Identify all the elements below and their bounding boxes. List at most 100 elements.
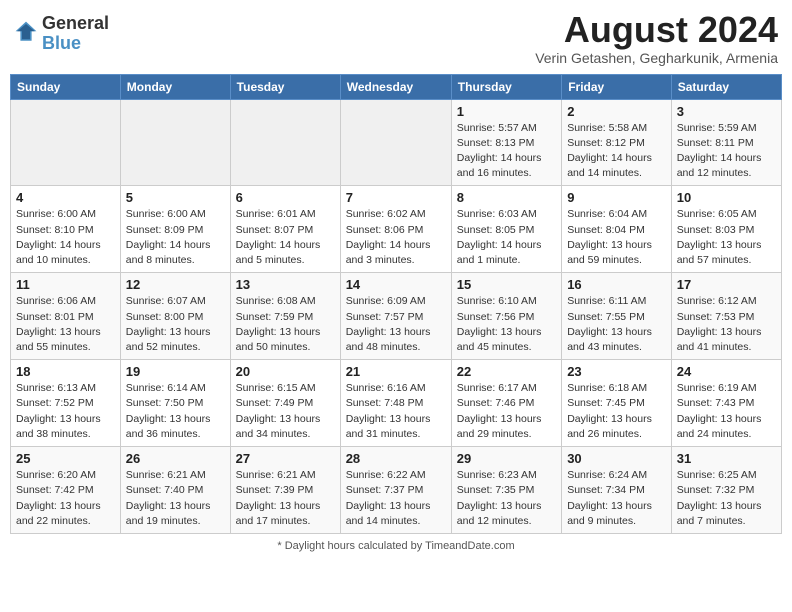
logo: General Blue bbox=[14, 14, 109, 54]
page-header: General Blue August 2024 Verin Getashen,… bbox=[10, 10, 782, 66]
day-number: 25 bbox=[16, 451, 115, 466]
location: Verin Getashen, Gegharkunik, Armenia bbox=[535, 50, 778, 66]
calendar-cell: 5 Sunrise: 6:00 AM Sunset: 8:09 PM Daylig… bbox=[120, 186, 230, 273]
calendar-cell: 8Sunrise: 6:03 AM Sunset: 8:05 PM Daylig… bbox=[451, 186, 561, 273]
calendar-cell: 12 Sunrise: 6:07 AM Sunset: 8:00 PM Dayli… bbox=[120, 273, 230, 360]
day-number: 6 bbox=[236, 190, 335, 205]
calendar-cell: 27 Sunrise: 6:21 AM Sunset: 7:39 PM Dayli… bbox=[230, 447, 340, 534]
day-info: Sunrise: 6:01 AM Sunset: 8:07 PM Dayligh… bbox=[236, 207, 335, 268]
calendar-cell: 24 Sunrise: 6:19 AM Sunset: 7:43 PM Dayli… bbox=[671, 360, 781, 447]
logo-line1: General bbox=[42, 14, 109, 34]
day-number: 4 bbox=[16, 190, 115, 205]
calendar-cell: 17 Sunrise: 6:12 AM Sunset: 7:53 PM Dayli… bbox=[671, 273, 781, 360]
day-number: 30 bbox=[567, 451, 666, 466]
day-number: 24 bbox=[677, 364, 776, 379]
day-info: Sunrise: 6:11 AM Sunset: 7:55 PM Dayligh… bbox=[567, 294, 666, 355]
day-number: 21 bbox=[346, 364, 446, 379]
calendar-week-row-1: 4Sunrise: 6:00 AM Sunset: 8:10 PM Daylig… bbox=[11, 186, 782, 273]
calendar-cell: 7Sunrise: 6:02 AM Sunset: 8:06 PM Daylig… bbox=[340, 186, 451, 273]
calendar-cell: 26 Sunrise: 6:21 AM Sunset: 7:40 PM Dayli… bbox=[120, 447, 230, 534]
calendar-weekday-thursday: Thursday bbox=[451, 74, 561, 99]
calendar-cell bbox=[230, 99, 340, 186]
day-number: 19 bbox=[126, 364, 225, 379]
calendar-table: SundayMondayTuesdayWednesdayThursdayFrid… bbox=[10, 74, 782, 534]
calendar-weekday-friday: Friday bbox=[562, 74, 672, 99]
calendar-cell: 28 Sunrise: 6:22 AM Sunset: 7:37 PM Dayli… bbox=[340, 447, 451, 534]
day-number: 2 bbox=[567, 104, 666, 119]
day-info: Sunrise: 6:06 AM Sunset: 8:01 PM Dayligh… bbox=[16, 294, 115, 355]
day-info: Sunrise: 6:10 AM Sunset: 7:56 PM Dayligh… bbox=[457, 294, 556, 355]
calendar-weekday-monday: Monday bbox=[120, 74, 230, 99]
calendar-cell: 20 Sunrise: 6:15 AM Sunset: 7:49 PM Dayli… bbox=[230, 360, 340, 447]
calendar-cell: 1Sunrise: 5:57 AM Sunset: 8:13 PM Daylig… bbox=[451, 99, 561, 186]
calendar-cell: 30 Sunrise: 6:24 AM Sunset: 7:34 PM Dayli… bbox=[562, 447, 672, 534]
calendar-cell: 3Sunrise: 5:59 AM Sunset: 8:11 PM Daylig… bbox=[671, 99, 781, 186]
calendar-weekday-wednesday: Wednesday bbox=[340, 74, 451, 99]
calendar-week-row-2: 11Sunrise: 6:06 AM Sunset: 8:01 PM Dayli… bbox=[11, 273, 782, 360]
day-info: Sunrise: 6:00 AM Sunset: 8:09 PM Dayligh… bbox=[126, 207, 225, 268]
day-info: Sunrise: 6:20 AM Sunset: 7:42 PM Dayligh… bbox=[16, 468, 115, 529]
calendar-cell: 9 Sunrise: 6:04 AM Sunset: 8:04 PM Daylig… bbox=[562, 186, 672, 273]
calendar-header-row: SundayMondayTuesdayWednesdayThursdayFrid… bbox=[11, 74, 782, 99]
calendar-cell: 6 Sunrise: 6:01 AM Sunset: 8:07 PM Daylig… bbox=[230, 186, 340, 273]
day-info: Sunrise: 6:25 AM Sunset: 7:32 PM Dayligh… bbox=[677, 468, 776, 529]
calendar-weekday-tuesday: Tuesday bbox=[230, 74, 340, 99]
day-number: 9 bbox=[567, 190, 666, 205]
logo-text: General Blue bbox=[42, 14, 109, 54]
day-info: Sunrise: 6:24 AM Sunset: 7:34 PM Dayligh… bbox=[567, 468, 666, 529]
day-number: 14 bbox=[346, 277, 446, 292]
calendar-cell: 23 Sunrise: 6:18 AM Sunset: 7:45 PM Dayli… bbox=[562, 360, 672, 447]
day-info: Sunrise: 6:23 AM Sunset: 7:35 PM Dayligh… bbox=[457, 468, 556, 529]
calendar-cell: 14Sunrise: 6:09 AM Sunset: 7:57 PM Dayli… bbox=[340, 273, 451, 360]
day-info: Sunrise: 6:07 AM Sunset: 8:00 PM Dayligh… bbox=[126, 294, 225, 355]
day-number: 26 bbox=[126, 451, 225, 466]
day-info: Sunrise: 6:19 AM Sunset: 7:43 PM Dayligh… bbox=[677, 381, 776, 442]
day-info: Sunrise: 6:15 AM Sunset: 7:49 PM Dayligh… bbox=[236, 381, 335, 442]
day-number: 8 bbox=[457, 190, 556, 205]
day-number: 12 bbox=[126, 277, 225, 292]
calendar-cell: 21 Sunrise: 6:16 AM Sunset: 7:48 PM Dayli… bbox=[340, 360, 451, 447]
day-number: 17 bbox=[677, 277, 776, 292]
calendar-cell: 16Sunrise: 6:11 AM Sunset: 7:55 PM Dayli… bbox=[562, 273, 672, 360]
day-info: Sunrise: 6:16 AM Sunset: 7:48 PM Dayligh… bbox=[346, 381, 446, 442]
calendar-weekday-saturday: Saturday bbox=[671, 74, 781, 99]
day-number: 23 bbox=[567, 364, 666, 379]
day-info: Sunrise: 6:18 AM Sunset: 7:45 PM Dayligh… bbox=[567, 381, 666, 442]
month-title: August 2024 bbox=[535, 10, 778, 50]
day-number: 7 bbox=[346, 190, 446, 205]
day-number: 18 bbox=[16, 364, 115, 379]
footer-text: Daylight hours bbox=[285, 540, 355, 552]
day-info: Sunrise: 6:05 AM Sunset: 8:03 PM Dayligh… bbox=[677, 207, 776, 268]
day-info: Sunrise: 6:13 AM Sunset: 7:52 PM Dayligh… bbox=[16, 381, 115, 442]
day-number: 29 bbox=[457, 451, 556, 466]
day-number: 5 bbox=[126, 190, 225, 205]
day-number: 3 bbox=[677, 104, 776, 119]
calendar-cell: 13Sunrise: 6:08 AM Sunset: 7:59 PM Dayli… bbox=[230, 273, 340, 360]
day-number: 22 bbox=[457, 364, 556, 379]
day-info: Sunrise: 5:57 AM Sunset: 8:13 PM Dayligh… bbox=[457, 121, 556, 182]
calendar-cell: 25 Sunrise: 6:20 AM Sunset: 7:42 PM Dayli… bbox=[11, 447, 121, 534]
calendar-cell bbox=[11, 99, 121, 186]
calendar-cell: 15 Sunrise: 6:10 AM Sunset: 7:56 PM Dayli… bbox=[451, 273, 561, 360]
day-info: Sunrise: 6:21 AM Sunset: 7:39 PM Dayligh… bbox=[236, 468, 335, 529]
title-block: August 2024 Verin Getashen, Gegharkunik,… bbox=[535, 10, 778, 66]
day-number: 20 bbox=[236, 364, 335, 379]
logo-line2: Blue bbox=[42, 34, 109, 54]
calendar-cell: 19Sunrise: 6:14 AM Sunset: 7:50 PM Dayli… bbox=[120, 360, 230, 447]
calendar-cell: 10Sunrise: 6:05 AM Sunset: 8:03 PM Dayli… bbox=[671, 186, 781, 273]
day-info: Sunrise: 6:22 AM Sunset: 7:37 PM Dayligh… bbox=[346, 468, 446, 529]
logo-icon bbox=[14, 20, 38, 44]
calendar-cell: 22 Sunrise: 6:17 AM Sunset: 7:46 PM Dayli… bbox=[451, 360, 561, 447]
day-info: Sunrise: 6:21 AM Sunset: 7:40 PM Dayligh… bbox=[126, 468, 225, 529]
calendar-cell: 31Sunrise: 6:25 AM Sunset: 7:32 PM Dayli… bbox=[671, 447, 781, 534]
calendar-cell bbox=[120, 99, 230, 186]
calendar-week-row-3: 18 Sunrise: 6:13 AM Sunset: 7:52 PM Dayli… bbox=[11, 360, 782, 447]
day-number: 15 bbox=[457, 277, 556, 292]
calendar-weekday-sunday: Sunday bbox=[11, 74, 121, 99]
day-info: Sunrise: 6:12 AM Sunset: 7:53 PM Dayligh… bbox=[677, 294, 776, 355]
day-info: Sunrise: 6:08 AM Sunset: 7:59 PM Dayligh… bbox=[236, 294, 335, 355]
day-number: 28 bbox=[346, 451, 446, 466]
day-info: Sunrise: 6:04 AM Sunset: 8:04 PM Dayligh… bbox=[567, 207, 666, 268]
day-info: Sunrise: 6:17 AM Sunset: 7:46 PM Dayligh… bbox=[457, 381, 556, 442]
day-number: 27 bbox=[236, 451, 335, 466]
